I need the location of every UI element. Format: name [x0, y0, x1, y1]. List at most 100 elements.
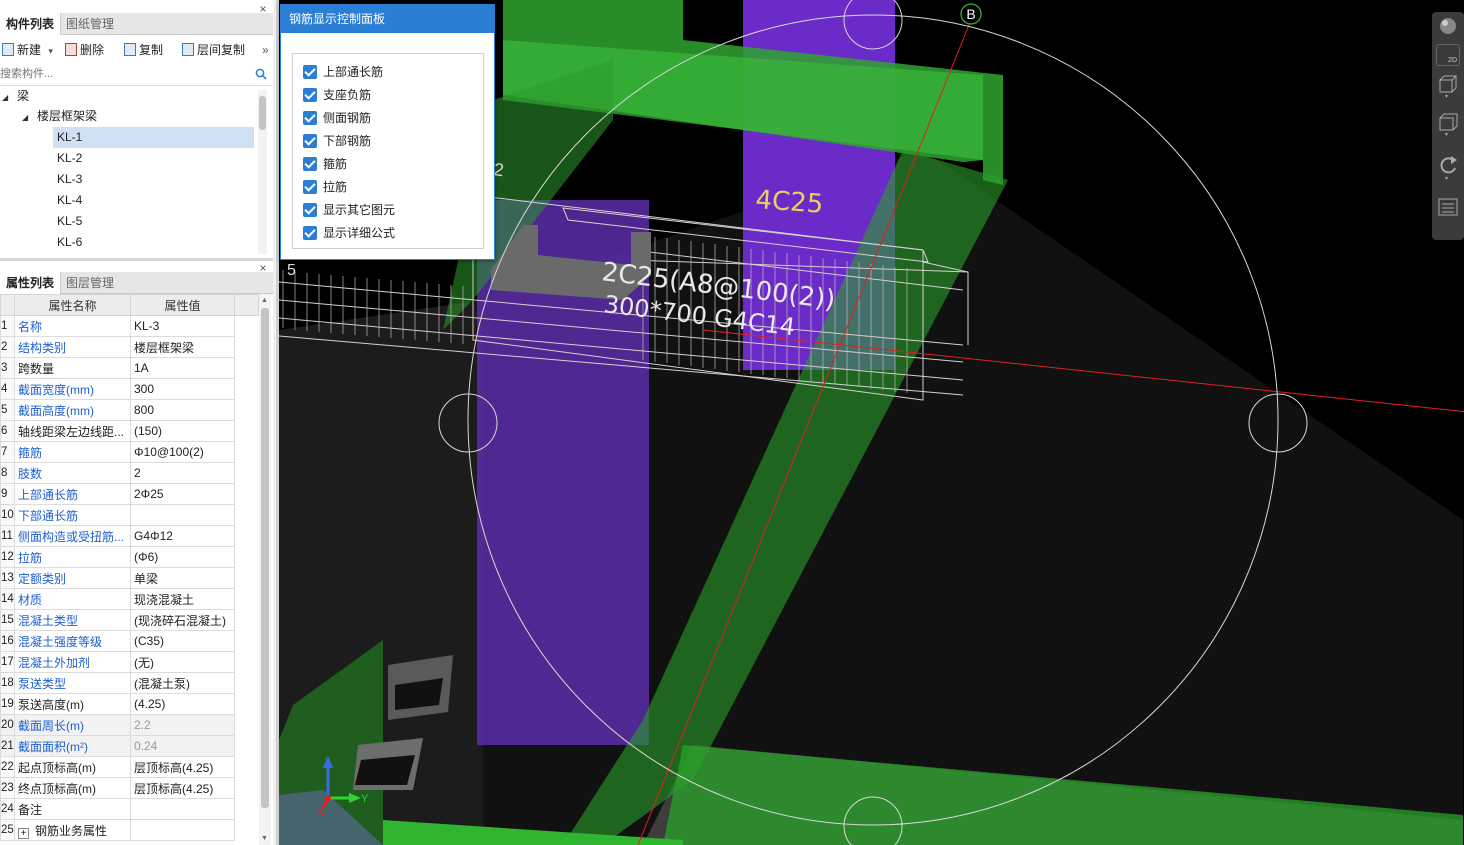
property-row[interactable]: 17 混凝土外加剂 (无) — [0, 651, 259, 673]
property-value[interactable]: 现浇混凝土 — [130, 588, 235, 610]
property-value[interactable]: 2.2 — [130, 714, 235, 736]
property-value[interactable]: 800 — [130, 399, 235, 421]
property-value[interactable]: Φ10@100(2) — [130, 441, 235, 463]
property-value[interactable]: (C35) — [130, 630, 235, 652]
property-row[interactable]: 2 结构类别 楼层框架梁 — [0, 336, 259, 358]
property-value[interactable]: (现浇碎石混凝土) — [130, 609, 235, 631]
option-bottom-rebar[interactable]: 下部钢筋 — [303, 133, 371, 151]
property-row[interactable]: 7 箍筋 Φ10@100(2) — [0, 441, 259, 463]
tree-node-beam[interactable]: ◢ 梁 — [2, 86, 29, 107]
property-scrollbar-thumb[interactable] — [261, 308, 269, 808]
property-value[interactable]: (150) — [130, 420, 235, 442]
option-top-continuous[interactable]: 上部通长筋 — [303, 64, 383, 82]
box-view-icon[interactable]: ▾ — [1437, 112, 1459, 136]
property-value[interactable]: (Φ6) — [130, 546, 235, 568]
more-button[interactable]: » — [262, 41, 269, 59]
tab-drawing-manage[interactable]: 图纸管理 — [60, 13, 120, 35]
property-row[interactable]: 20 截面周长(m) 2.2 — [0, 714, 259, 736]
option-tie-bar[interactable]: 拉筋 — [303, 179, 347, 197]
property-row[interactable]: 5 截面高度(mm) 800 — [0, 399, 259, 421]
property-value[interactable]: 2Φ25 — [130, 483, 235, 505]
tree-item-kl-2[interactable]: KL-2 — [53, 148, 82, 169]
property-value[interactable]: 单梁 — [130, 567, 235, 589]
layer-list-icon[interactable] — [1437, 196, 1459, 218]
property-value[interactable]: 楼层框架梁 — [130, 336, 235, 358]
property-value[interactable]: 300 — [130, 378, 235, 400]
copy-button[interactable]: 复制 — [124, 41, 163, 59]
property-row[interactable]: 15 混凝土类型 (现浇碎石混凝土) — [0, 609, 259, 631]
tree-scrollbar-thumb[interactable] — [259, 96, 266, 130]
property-value[interactable] — [130, 504, 235, 526]
checkbox-checked-icon[interactable] — [303, 203, 317, 217]
property-row[interactable]: 12 拉筋 (Φ6) — [0, 546, 259, 568]
property-value[interactable]: 1A — [130, 357, 235, 379]
tree-scrollbar[interactable] — [258, 90, 267, 254]
property-row[interactable]: 8 肢数 2 — [0, 462, 259, 484]
property-scrollbar[interactable]: ▲ ▼ — [259, 294, 271, 845]
property-value[interactable]: 层顶标高(4.25) — [130, 756, 235, 778]
option-detail-formula[interactable]: 显示详细公式 — [303, 225, 395, 243]
property-row[interactable]: 13 定额类别 单梁 — [0, 567, 259, 589]
property-value[interactable] — [130, 819, 235, 841]
collapse-arrow-icon[interactable]: ◢ — [22, 107, 34, 128]
checkbox-checked-icon[interactable] — [303, 134, 317, 148]
render-mode-icon[interactable] — [1437, 16, 1459, 36]
property-value[interactable] — [130, 798, 235, 820]
property-row[interactable]: 11 侧面构造或受扭筋... G4Φ12 — [0, 525, 259, 547]
option-side-rebar[interactable]: 侧面钢筋 — [303, 110, 371, 128]
checkbox-checked-icon[interactable] — [303, 65, 317, 79]
checkbox-checked-icon[interactable] — [303, 111, 317, 125]
new-button[interactable]: 新建 ▾ — [2, 41, 53, 59]
tab-component-list[interactable]: 构件列表 — [0, 13, 62, 35]
floor-copy-button[interactable]: 层间复制 — [182, 41, 245, 59]
tree-item-kl-5[interactable]: KL-5 — [53, 211, 82, 232]
tree-item-kl-6[interactable]: KL-6 — [53, 232, 82, 253]
tree-node-frame-beam[interactable]: ◢ 楼层框架梁 — [22, 106, 97, 127]
tree-item-kl-4[interactable]: KL-4 — [53, 190, 82, 211]
option-other-elements[interactable]: 显示其它图元 — [303, 202, 395, 220]
property-row[interactable]: 23 终点顶标高(m) 层顶标高(4.25) — [0, 777, 259, 799]
property-row[interactable]: 25 + 钢筋业务属性 — [0, 819, 259, 841]
property-row[interactable]: 3 跨数量 1A — [0, 357, 259, 379]
expand-icon[interactable]: + — [18, 827, 29, 839]
tab-property-list[interactable]: 属性列表 — [0, 272, 62, 294]
dropdown-arrow-icon[interactable]: ▾ — [48, 46, 53, 56]
property-row[interactable]: 16 混凝土强度等级 (C35) — [0, 630, 259, 652]
tree-item-kl-3[interactable]: KL-3 — [53, 169, 82, 190]
rotate-icon[interactable]: ▾ — [1437, 152, 1459, 180]
property-value[interactable]: 层顶标高(4.25) — [130, 777, 235, 799]
property-row[interactable]: 6 轴线距梁左边线距... (150) — [0, 420, 259, 442]
property-value[interactable]: (无) — [130, 651, 235, 673]
property-value[interactable]: 0.24 — [130, 735, 235, 757]
rebar-panel-title[interactable]: 钢筋显示控制面板 — [281, 5, 494, 33]
option-stirrup[interactable]: 箍筋 — [303, 156, 347, 174]
close-icon[interactable]: × — [257, 261, 269, 275]
scroll-down-icon[interactable]: ▼ — [261, 835, 268, 842]
property-row[interactable]: 18 泵送类型 (混凝土泵) — [0, 672, 259, 694]
property-row[interactable]: 14 材质 现浇混凝土 — [0, 588, 259, 610]
delete-button[interactable]: 删除 — [65, 41, 104, 59]
option-support-negative[interactable]: 支座负筋 — [303, 87, 371, 105]
collapse-arrow-icon[interactable]: ◢ — [2, 87, 14, 108]
property-row[interactable]: 9 上部通长筋 2Φ25 — [0, 483, 259, 505]
tab-layer-manage[interactable]: 图层管理 — [60, 272, 120, 294]
panel-splitter[interactable] — [0, 258, 273, 261]
property-value[interactable]: G4Φ12 — [130, 525, 235, 547]
checkbox-checked-icon[interactable] — [303, 226, 317, 240]
property-row[interactable]: 19 泵送高度(m) (4.25) — [0, 693, 259, 715]
checkbox-checked-icon[interactable] — [303, 88, 317, 102]
property-row[interactable]: 22 起点顶标高(m) 层顶标高(4.25) — [0, 756, 259, 778]
property-row[interactable]: 1 名称 KL-3 — [0, 315, 259, 337]
property-value[interactable]: (混凝土泵) — [130, 672, 235, 694]
property-row[interactable]: 21 截面面积(m²) 0.24 — [0, 735, 259, 757]
property-row[interactable]: 24 备注 — [0, 798, 259, 820]
checkbox-checked-icon[interactable] — [303, 157, 317, 171]
property-value[interactable]: (4.25) — [130, 693, 235, 715]
checkbox-checked-icon[interactable] — [303, 180, 317, 194]
view-cube-icon[interactable]: ▾ — [1437, 74, 1459, 98]
property-row[interactable]: 4 截面宽度(mm) 300 — [0, 378, 259, 400]
search-icon[interactable] — [255, 68, 267, 80]
property-value[interactable]: 2 — [130, 462, 235, 484]
tree-item-kl-1[interactable]: KL-1 — [53, 127, 254, 148]
close-icon[interactable]: × — [257, 2, 269, 16]
